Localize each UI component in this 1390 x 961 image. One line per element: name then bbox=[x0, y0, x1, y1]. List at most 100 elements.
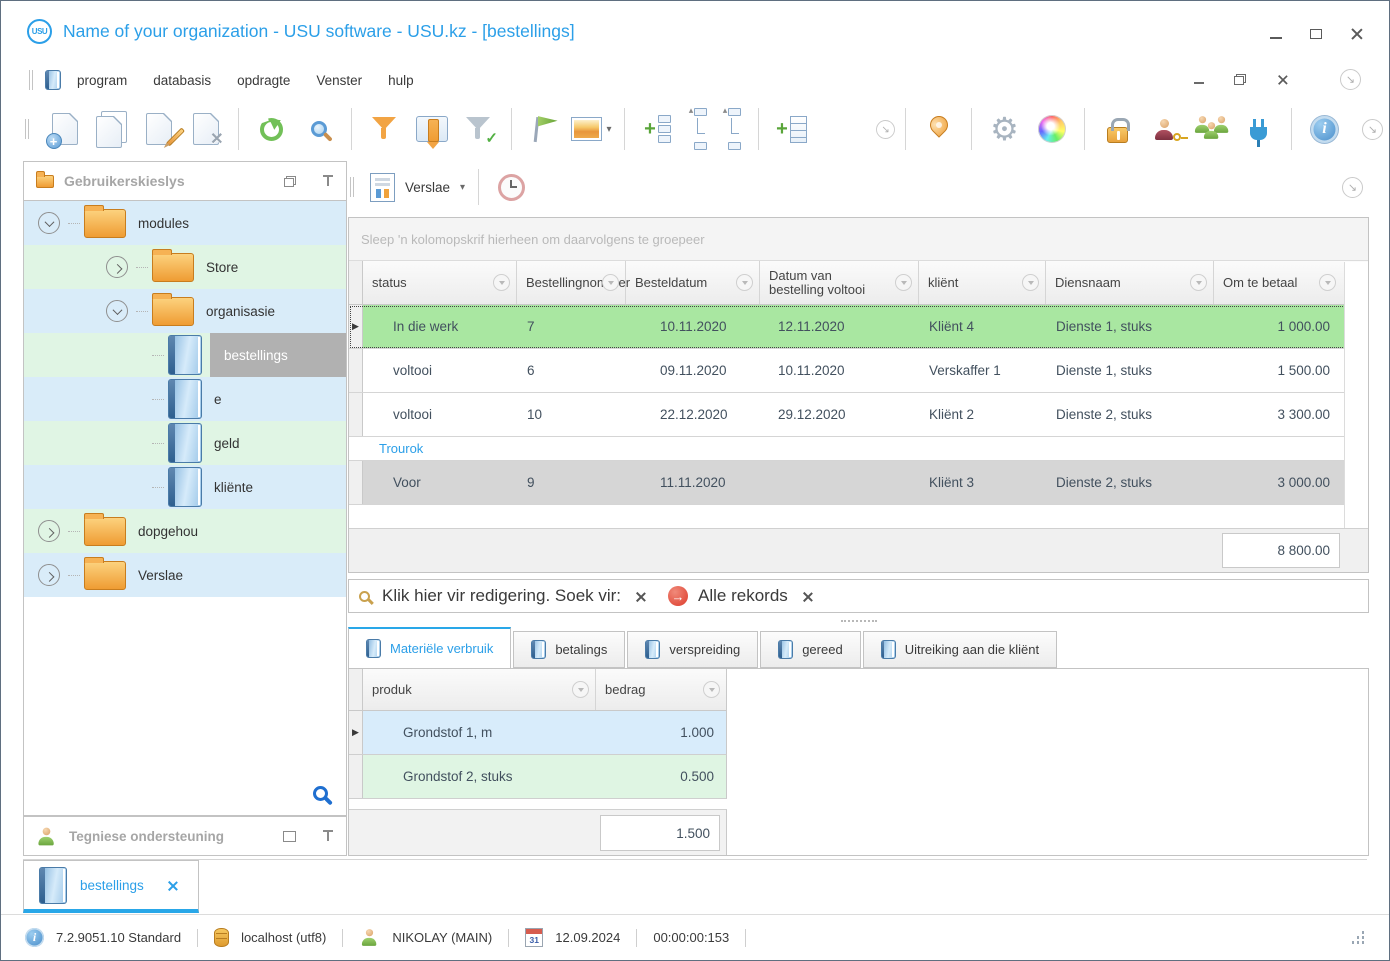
column-header-bestellingnommer[interactable]: Bestellingnommer bbox=[517, 261, 626, 304]
toolbar-overflow-icon[interactable] bbox=[1342, 177, 1363, 198]
tab-gereed[interactable]: gereed bbox=[760, 631, 860, 668]
close-tab-icon[interactable] bbox=[167, 880, 178, 891]
toolbar-grip[interactable] bbox=[350, 177, 354, 197]
table-row[interactable]: voltooi 10 22.12.2020 29.12.2020 Kliënt … bbox=[349, 393, 1368, 437]
table-row[interactable]: Grondstof 2, stuks 0.500 bbox=[349, 755, 727, 799]
tree-item-organisasie[interactable]: organisasie bbox=[24, 289, 346, 333]
filter-icon[interactable] bbox=[703, 681, 720, 698]
filter-edit-hint[interactable]: Klik hier vir redigering. Soek vir: bbox=[382, 586, 621, 606]
remove-filter-icon[interactable] bbox=[802, 591, 813, 602]
column-header-klient[interactable]: kliënt bbox=[919, 261, 1046, 304]
table-row[interactable]: voltooi 6 09.11.2020 10.11.2020 Verskaff… bbox=[349, 349, 1368, 393]
table-row[interactable]: ▶ In die werk 7 10.11.2020 12.11.2020 Kl… bbox=[349, 305, 1368, 349]
maximize-icon[interactable] bbox=[1310, 29, 1322, 39]
filter-icon[interactable] bbox=[736, 274, 753, 291]
info-button[interactable] bbox=[1301, 105, 1348, 153]
edit-record-button[interactable] bbox=[135, 105, 182, 153]
toolbar-overflow-icon[interactable] bbox=[876, 120, 895, 139]
expand-node-icon[interactable] bbox=[38, 520, 60, 542]
add-row-button[interactable]: + bbox=[768, 105, 815, 153]
table-row[interactable]: Voor 9 11.11.2020 Kliënt 3 Dienste 2, st… bbox=[349, 461, 1368, 505]
toolbar-grip[interactable] bbox=[25, 119, 29, 139]
pin-icon[interactable] bbox=[322, 174, 334, 188]
menu-item-opdragte[interactable]: opdragte bbox=[237, 73, 290, 88]
splitter-handle[interactable] bbox=[348, 616, 1369, 626]
tree-item-kliente[interactable]: kliënte bbox=[24, 465, 346, 509]
lock-button[interactable] bbox=[1094, 105, 1141, 153]
collapse-node-icon[interactable] bbox=[38, 212, 60, 234]
collapse-branch-button[interactable]: ▴ bbox=[681, 105, 715, 153]
timer-button[interactable] bbox=[488, 163, 535, 211]
support-panel[interactable]: Tegniese ondersteuning bbox=[23, 816, 347, 856]
tree-item-modules[interactable]: modules bbox=[24, 201, 346, 245]
image-button[interactable]: ▾ bbox=[568, 105, 615, 153]
column-header-bedrag[interactable]: bedrag bbox=[596, 669, 726, 710]
filter-icon[interactable] bbox=[1190, 274, 1207, 291]
tab-materiele-verbruik[interactable]: Materiële verbruik bbox=[348, 627, 511, 668]
expand-node-icon[interactable] bbox=[38, 564, 60, 586]
resize-grip[interactable] bbox=[1351, 931, 1365, 945]
column-header-datum-voltooi[interactable]: Datum van bestelling voltooi bbox=[760, 261, 919, 304]
toolbar-overflow-icon[interactable] bbox=[1362, 119, 1383, 140]
vertical-scrollbar[interactable] bbox=[1344, 262, 1368, 572]
locate-button[interactable] bbox=[915, 105, 962, 153]
filter-icon[interactable] bbox=[572, 681, 589, 698]
filter-panel-button[interactable] bbox=[408, 105, 455, 153]
collapse-node-icon[interactable] bbox=[106, 300, 128, 322]
settings-button[interactable] bbox=[981, 105, 1028, 153]
plugin-button[interactable] bbox=[1235, 105, 1282, 153]
clear-filter-icon[interactable] bbox=[635, 591, 646, 602]
close-icon[interactable] bbox=[1350, 27, 1363, 40]
pin-icon[interactable] bbox=[322, 829, 334, 843]
menu-item-hulp[interactable]: hulp bbox=[388, 73, 414, 88]
group-row[interactable]: Trourok bbox=[349, 437, 1368, 461]
tab-verspreiding[interactable]: verspreiding bbox=[627, 631, 758, 668]
users-button[interactable] bbox=[1188, 105, 1235, 153]
mdi-close-icon[interactable] bbox=[1277, 74, 1288, 85]
minimize-icon[interactable] bbox=[1270, 37, 1282, 39]
group-by-bar[interactable]: Sleep 'n kolomopskrif hierheen om daarvo… bbox=[349, 218, 1368, 261]
user-permissions-button[interactable] bbox=[1141, 105, 1188, 153]
search-button[interactable] bbox=[295, 105, 342, 153]
appearance-button[interactable] bbox=[1028, 105, 1075, 153]
column-header-om-te-betaal[interactable]: Om te betaal bbox=[1214, 261, 1342, 304]
document-tab-bestellings[interactable]: bestellings bbox=[23, 860, 199, 913]
tree-search-icon[interactable] bbox=[313, 786, 328, 801]
tree-item-dopgehou[interactable]: dopgehou bbox=[24, 509, 346, 553]
toolbar-grip[interactable] bbox=[29, 70, 33, 90]
tab-uitreiking[interactable]: Uitreiking aan die kliënt bbox=[863, 631, 1057, 668]
menu-item-program[interactable]: program bbox=[77, 73, 127, 88]
tree-item-verslae[interactable]: Verslae bbox=[24, 553, 346, 597]
delete-record-button[interactable]: ✕ bbox=[182, 105, 229, 153]
filter-icon[interactable] bbox=[602, 274, 619, 291]
flag-button[interactable] bbox=[521, 105, 568, 153]
expand-node-icon[interactable] bbox=[106, 256, 128, 278]
filter-icon[interactable] bbox=[493, 274, 510, 291]
tree-item-e[interactable]: e bbox=[24, 377, 346, 421]
tree-item-geld[interactable]: geld bbox=[24, 421, 346, 465]
filter-value[interactable]: Alle rekords bbox=[698, 586, 788, 606]
expand-branch-button[interactable]: ▴ bbox=[715, 105, 749, 153]
filter-apply-button[interactable]: ✓ bbox=[455, 105, 502, 153]
expand-panel-icon[interactable] bbox=[283, 831, 296, 842]
menu-item-databasis[interactable]: databasis bbox=[153, 73, 211, 88]
column-header-produk[interactable]: produk bbox=[363, 669, 596, 710]
filter-button[interactable] bbox=[361, 105, 408, 153]
new-record-button[interactable]: + bbox=[41, 105, 88, 153]
column-header-diensnaam[interactable]: Diensnaam bbox=[1046, 261, 1214, 304]
menu-item-venster[interactable]: Venster bbox=[316, 73, 362, 88]
column-header-status[interactable]: status bbox=[363, 261, 517, 304]
tree-item-bestellings[interactable]: bestellings bbox=[24, 333, 346, 377]
undock-icon[interactable] bbox=[284, 176, 296, 187]
toolbar-overflow-icon[interactable] bbox=[1340, 69, 1361, 90]
tab-betalings[interactable]: betalings bbox=[513, 631, 625, 668]
filter-panel-bar[interactable]: Klik hier vir redigering. Soek vir: Alle… bbox=[348, 579, 1369, 613]
column-header-besteldatum[interactable]: Besteldatum bbox=[626, 261, 760, 304]
mdi-minimize-icon[interactable] bbox=[1194, 82, 1204, 84]
table-row[interactable]: ▶ Grondstof 1, m 1.000 bbox=[349, 711, 727, 755]
filter-icon[interactable] bbox=[895, 274, 912, 291]
expand-all-button[interactable]: + bbox=[634, 105, 681, 153]
tree-item-store[interactable]: Store bbox=[24, 245, 346, 289]
refresh-button[interactable] bbox=[248, 105, 295, 153]
filter-icon[interactable] bbox=[1319, 274, 1336, 291]
